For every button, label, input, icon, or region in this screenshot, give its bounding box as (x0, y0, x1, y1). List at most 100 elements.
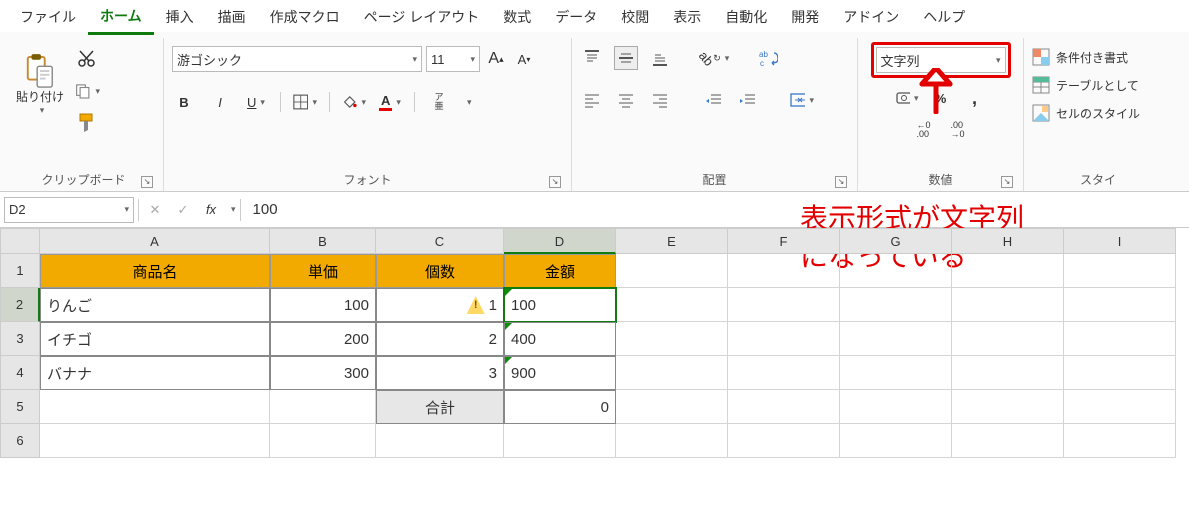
menu-item-7[interactable]: データ (543, 1, 609, 33)
cell[interactable]: 100 (504, 288, 616, 322)
cell[interactable] (952, 254, 1064, 288)
col-header-C[interactable]: C (376, 228, 504, 254)
warning-icon[interactable]: ! (467, 296, 485, 314)
cell[interactable] (616, 288, 728, 322)
menu-item-1[interactable]: ホーム (88, 0, 154, 35)
cell[interactable]: 0 (504, 390, 616, 424)
menu-item-13[interactable]: ヘルプ (911, 1, 977, 33)
phonetic-button[interactable]: ア 亜 (427, 90, 451, 114)
cell[interactable] (728, 322, 840, 356)
decrease-indent-button[interactable] (702, 88, 726, 112)
menu-item-2[interactable]: 挿入 (154, 1, 206, 33)
cell[interactable]: バナナ (40, 356, 270, 390)
cell[interactable] (840, 390, 952, 424)
cell[interactable] (840, 322, 952, 356)
cell[interactable]: 900 (504, 356, 616, 390)
cell[interactable] (616, 356, 728, 390)
cell[interactable] (840, 254, 952, 288)
menu-item-5[interactable]: ページ レイアウト (352, 1, 492, 33)
cell[interactable]: 200 (270, 322, 376, 356)
select-all-corner[interactable] (0, 228, 40, 254)
comma-button[interactable]: , (963, 86, 987, 110)
cell[interactable]: イチゴ (40, 322, 270, 356)
cell[interactable] (40, 390, 270, 424)
paste-button[interactable]: 貼り付け ▾ (12, 42, 68, 130)
increase-font-button[interactable]: A▴ (484, 47, 508, 71)
wrap-text-button[interactable]: abc (756, 46, 780, 70)
menu-item-6[interactable]: 数式 (491, 1, 543, 33)
cell[interactable]: 商品名 (40, 254, 270, 288)
cell[interactable]: 金額 (504, 254, 616, 288)
menu-item-11[interactable]: 開発 (779, 1, 831, 33)
cell-styles-button[interactable]: セルのスタイル (1032, 104, 1140, 122)
cell[interactable] (728, 254, 840, 288)
menu-item-10[interactable]: 自動化 (713, 1, 779, 33)
menu-item-3[interactable]: 描画 (206, 1, 258, 33)
cell[interactable]: 合計 (376, 390, 504, 424)
cell[interactable] (952, 390, 1064, 424)
cell[interactable]: 2 (376, 322, 504, 356)
align-middle-button[interactable] (614, 46, 638, 70)
cell[interactable]: 個数 (376, 254, 504, 288)
row-header-3[interactable]: 3 (0, 322, 40, 356)
cell[interactable] (1064, 390, 1176, 424)
col-header-E[interactable]: E (616, 228, 728, 254)
col-header-A[interactable]: A (40, 228, 270, 254)
cell[interactable] (616, 254, 728, 288)
formula-input[interactable]: 100 (245, 201, 1185, 218)
font-size-combo[interactable]: 11▾ (426, 46, 480, 72)
cell[interactable] (840, 424, 952, 458)
borders-button[interactable]: ▾ (293, 90, 317, 114)
cell[interactable]: 400 (504, 322, 616, 356)
cell[interactable] (376, 424, 504, 458)
dialog-launcher-icon[interactable]: ↘ (549, 176, 561, 188)
format-as-table-button[interactable]: テーブルとして (1032, 76, 1139, 94)
col-header-F[interactable]: F (728, 228, 840, 254)
cell[interactable] (952, 322, 1064, 356)
cell[interactable] (1064, 322, 1176, 356)
cell[interactable] (1064, 356, 1176, 390)
cell[interactable] (40, 424, 270, 458)
increase-indent-button[interactable] (736, 88, 760, 112)
cell[interactable] (270, 390, 376, 424)
cell[interactable]: 300 (270, 356, 376, 390)
row-header-2[interactable]: 2 (0, 288, 40, 322)
menu-item-4[interactable]: 作成マクロ (258, 1, 352, 33)
cancel-button[interactable]: ✕ (143, 198, 167, 222)
menu-item-12[interactable]: アドイン (831, 1, 911, 33)
align-center-button[interactable] (614, 88, 638, 112)
cell[interactable] (270, 424, 376, 458)
col-header-D[interactable]: D (504, 228, 616, 254)
cell[interactable] (840, 288, 952, 322)
cell[interactable]: 100 (270, 288, 376, 322)
font-family-combo[interactable]: 游ゴシック▾ (172, 46, 422, 72)
cell[interactable] (952, 356, 1064, 390)
cell[interactable]: りんご (40, 288, 270, 322)
italic-button[interactable]: I (208, 90, 232, 114)
bold-button[interactable]: B (172, 90, 196, 114)
cut-button[interactable] (74, 46, 100, 72)
align-bottom-button[interactable] (648, 46, 672, 70)
fx-button[interactable]: fx (199, 198, 223, 222)
cell[interactable] (952, 288, 1064, 322)
dialog-launcher-icon[interactable]: ↘ (141, 176, 153, 188)
cell[interactable]: !1 (376, 288, 504, 322)
cell[interactable]: 単価 (270, 254, 376, 288)
name-box[interactable]: D2▾ (4, 197, 134, 223)
align-right-button[interactable] (648, 88, 672, 112)
cell[interactable] (728, 424, 840, 458)
cell[interactable] (616, 390, 728, 424)
cell[interactable] (952, 424, 1064, 458)
font-color-button[interactable]: A ▾ (378, 90, 402, 114)
col-header-H[interactable]: H (952, 228, 1064, 254)
conditional-formatting-button[interactable]: 条件付き書式 (1032, 48, 1128, 66)
row-header-4[interactable]: 4 (0, 356, 40, 390)
menu-item-0[interactable]: ファイル (8, 1, 88, 33)
copy-button[interactable]: ▾ (74, 78, 100, 104)
menu-item-9[interactable]: 表示 (661, 1, 713, 33)
col-header-I[interactable]: I (1064, 228, 1176, 254)
row-header-5[interactable]: 5 (0, 390, 40, 424)
orientation-button[interactable]: ab↻▾ (702, 46, 726, 70)
align-left-button[interactable] (580, 88, 604, 112)
cell[interactable] (616, 424, 728, 458)
